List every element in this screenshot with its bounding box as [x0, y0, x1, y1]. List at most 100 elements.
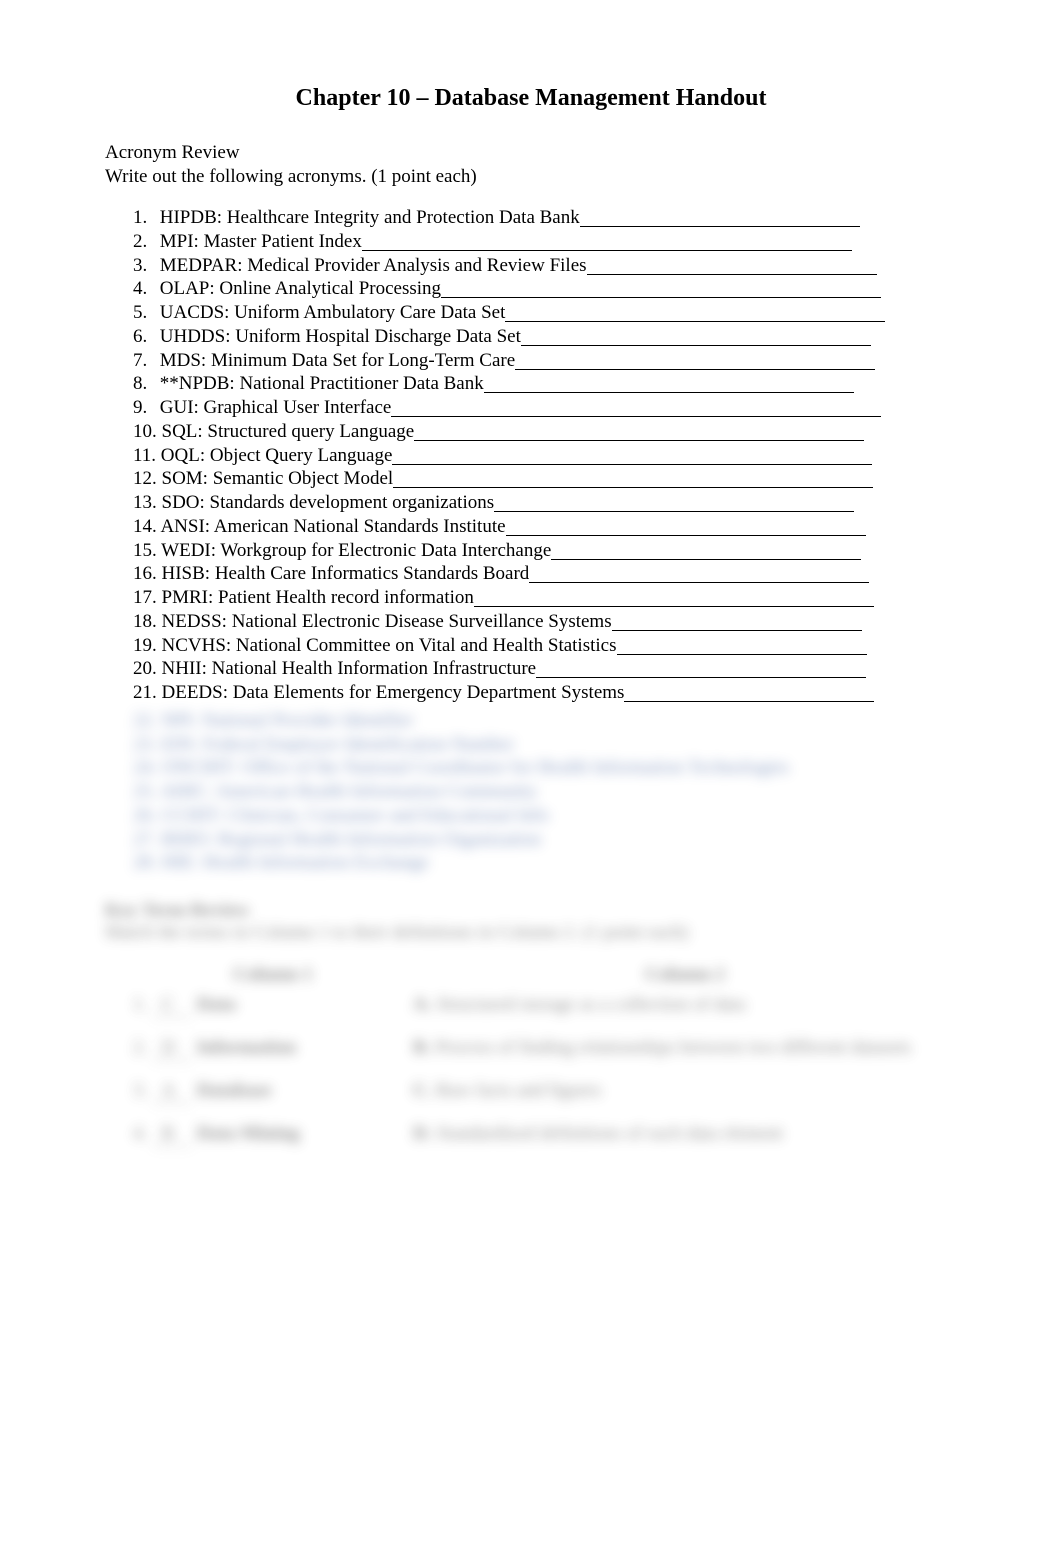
- acronym-item: 5. UACDS: Uniform Ambulatory Care Data S…: [133, 301, 957, 325]
- item-number: 18.: [133, 610, 157, 634]
- item-number: 11.: [133, 444, 156, 468]
- blank-line: [494, 511, 854, 512]
- item-number: 9.: [133, 396, 155, 420]
- acronym-item: 12. SOM: Semantic Object Model: [133, 467, 957, 491]
- blurred-section: 22. NPI: National Provider Identifier23.…: [105, 709, 957, 1146]
- match-col-2: C. Raw facts and figures: [413, 1080, 957, 1103]
- item-number: 8.: [133, 372, 155, 396]
- column-1-header: Column 1: [133, 964, 413, 986]
- item-number: 12.: [133, 467, 157, 491]
- blank-line: [529, 582, 869, 583]
- blank-line: [414, 440, 864, 441]
- blank-line: [551, 559, 861, 560]
- item-text: NEDSS: National Electronic Disease Surve…: [157, 611, 612, 632]
- acronym-item: 15. WEDI: Workgroup for Electronic Data …: [133, 539, 957, 563]
- item-text: OLAP: Online Analytical Processing: [155, 278, 441, 299]
- item-text: OQL: Object Query Language: [156, 445, 392, 466]
- blank-line: [391, 416, 881, 417]
- blank-line: [624, 701, 874, 702]
- acronym-item: 18. NEDSS: National Electronic Disease S…: [133, 610, 957, 634]
- item-number: 14.: [133, 515, 157, 539]
- item-text: **NPDB: National Practitioner Data Bank: [155, 373, 484, 394]
- blank-line: [536, 677, 866, 678]
- item-text: SQL: Structured query Language: [157, 421, 414, 442]
- acronym-list: 1. HIPDB: Healthcare Integrity and Prote…: [105, 206, 957, 705]
- acronym-item: 7. MDS: Minimum Data Set for Long-Term C…: [133, 349, 957, 373]
- blank-line: [393, 487, 873, 488]
- item-text: NCVHS: National Committee on Vital and H…: [157, 635, 617, 656]
- item-number: 6.: [133, 325, 155, 349]
- item-number: 17.: [133, 586, 157, 610]
- blank-line: [587, 274, 877, 275]
- blank-line: [441, 297, 881, 298]
- match-row: 3. A DatabaseC. Raw facts and figures: [105, 1080, 957, 1103]
- acronym-item: 13. SDO: Standards development organizat…: [133, 491, 957, 515]
- acronym-item: 21. DEEDS: Data Elements for Emergency D…: [133, 681, 957, 705]
- blurred-acronym-item: 24. ONCHIT: Office of the National Coord…: [105, 756, 957, 780]
- acronym-item: 1. HIPDB: Healthcare Integrity and Prote…: [133, 206, 957, 230]
- item-text: PMRI: Patient Health record information: [157, 587, 474, 608]
- match-row: 4. B Data MiningD. Standardized definiti…: [105, 1123, 957, 1146]
- blank-line: [521, 345, 871, 346]
- item-text: DEEDS: Data Elements for Emergency Depar…: [157, 682, 625, 703]
- acronym-item: 2. MPI: Master Patient Index: [133, 230, 957, 254]
- item-text: SOM: Semantic Object Model: [157, 468, 393, 489]
- item-number: 3.: [133, 254, 155, 278]
- blank-line: [362, 250, 852, 251]
- section-heading: Acronym Review: [105, 142, 957, 164]
- blank-line: [515, 369, 875, 370]
- blank-line: [484, 392, 854, 393]
- acronym-item: 20. NHII: National Health Information In…: [133, 657, 957, 681]
- acronym-item: 11. OQL: Object Query Language: [133, 444, 957, 468]
- page-title: Chapter 10 – Database Management Handout: [105, 85, 957, 112]
- blurred-acronym-item: 25. AHIC: American Health Information Co…: [105, 780, 957, 804]
- instructions: Write out the following acronyms. (1 poi…: [105, 166, 957, 188]
- acronym-item: 19. NCVHS: National Committee on Vital a…: [133, 634, 957, 658]
- match-col-1: 3. A Database: [133, 1080, 413, 1103]
- match-col-1: 2. D Information: [133, 1037, 413, 1060]
- item-number: 5.: [133, 301, 155, 325]
- acronym-item: 8. **NPDB: National Practitioner Data Ba…: [133, 372, 957, 396]
- item-text: UACDS: Uniform Ambulatory Care Data Set: [155, 302, 505, 323]
- blank-line: [505, 321, 885, 322]
- blurred-instructions: Match the terms in Column 1 to their def…: [105, 922, 957, 944]
- item-text: HIPDB: Healthcare Integrity and Protecti…: [155, 207, 580, 228]
- blank-line: [506, 535, 866, 536]
- acronym-item: 14. ANSI: American National Standards In…: [133, 515, 957, 539]
- blurred-heading: Key Term Review: [105, 900, 957, 922]
- match-header: Column 1 Column 2: [105, 964, 957, 986]
- match-col-2: D. Standardized definitions of each data…: [413, 1123, 957, 1146]
- match-row: 1. C DataA. Structured storage as a coll…: [105, 994, 957, 1017]
- acronym-item: 6. UHDDS: Uniform Hospital Discharge Dat…: [133, 325, 957, 349]
- acronym-item: 9. GUI: Graphical User Interface: [133, 396, 957, 420]
- blank-line: [392, 464, 872, 465]
- item-text: GUI: Graphical User Interface: [155, 397, 391, 418]
- match-col-2: B. Process of finding relationships betw…: [413, 1037, 957, 1060]
- item-number: 20.: [133, 657, 157, 681]
- blank-line: [474, 606, 874, 607]
- blank-line: [580, 226, 860, 227]
- blurred-acronym-item: 23. EIN: Federal Employer Identification…: [105, 733, 957, 757]
- column-2-header: Column 2: [413, 964, 957, 986]
- item-number: 1.: [133, 206, 155, 230]
- item-text: UHDDS: Uniform Hospital Discharge Data S…: [155, 326, 521, 347]
- item-number: 15.: [133, 539, 157, 563]
- item-text: WEDI: Workgroup for Electronic Data Inte…: [157, 540, 552, 561]
- item-number: 19.: [133, 634, 157, 658]
- match-col-1: 4. B Data Mining: [133, 1123, 413, 1146]
- item-text: ANSI: American National Standards Instit…: [157, 516, 506, 537]
- item-number: 16.: [133, 562, 157, 586]
- blurred-acronym-item: 27. RHIO: Regional Health Information Or…: [105, 828, 957, 852]
- item-number: 21.: [133, 681, 157, 705]
- blank-line: [617, 654, 867, 655]
- item-number: 4.: [133, 277, 155, 301]
- acronym-item: 4. OLAP: Online Analytical Processing: [133, 277, 957, 301]
- item-text: HISB: Health Care Informatics Standards …: [157, 563, 530, 584]
- acronym-item: 3. MEDPAR: Medical Provider Analysis and…: [133, 254, 957, 278]
- acronym-item: 10. SQL: Structured query Language: [133, 420, 957, 444]
- match-row: 2. D InformationB. Process of finding re…: [105, 1037, 957, 1060]
- item-number: 7.: [133, 349, 155, 373]
- blurred-acronym-item: 28. HIE: Health Information Exchange: [105, 851, 957, 875]
- blurred-acronym-item: 26. CCHIT: Clinician, Consumer and Educa…: [105, 804, 957, 828]
- item-number: 2.: [133, 230, 155, 254]
